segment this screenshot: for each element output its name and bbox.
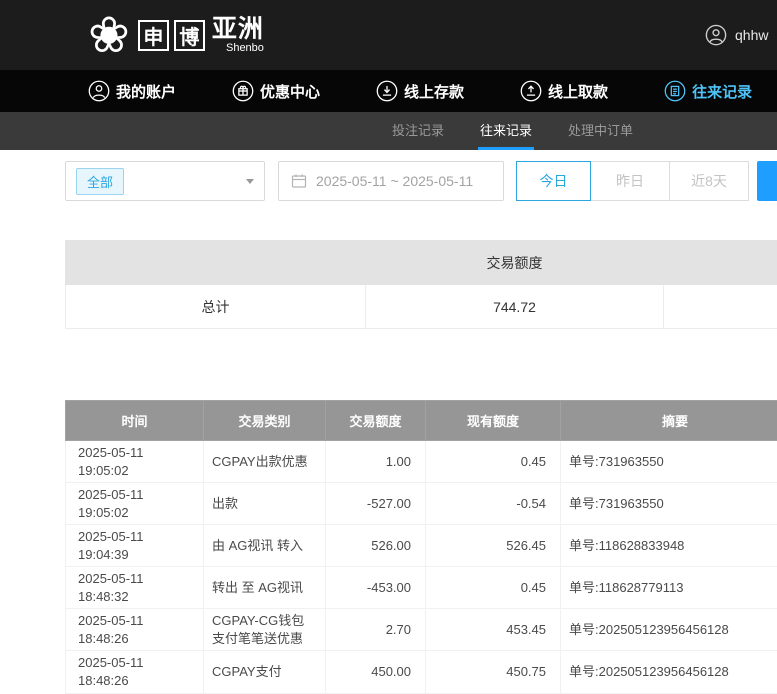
- summary-table: 交易额度 总计 744.72: [65, 240, 777, 329]
- username-text: qhhw: [735, 27, 768, 43]
- type-select[interactable]: 全部: [65, 161, 265, 201]
- tab-betting-records[interactable]: 投注记录: [390, 112, 446, 150]
- cell-balance: 526.45: [426, 525, 561, 567]
- cell-summary: 单号:118628833948: [561, 525, 777, 567]
- nav-label: 线上存款: [404, 81, 464, 102]
- cell-type: CGPAY出款优惠: [204, 441, 326, 483]
- user-icon: [88, 80, 110, 102]
- flower-logo-icon: ❀: [88, 10, 130, 60]
- cell-time: 2025-05-11 19:05:02: [66, 483, 204, 525]
- cell-amount: 1.00: [326, 441, 426, 483]
- brand-en-text: Shenbo: [226, 42, 264, 54]
- topbar: ❀ 申 博 亚洲 Shenbo qhhw: [0, 0, 777, 70]
- brand-char-1: 申: [138, 20, 169, 51]
- cell-amount: 2.70: [326, 609, 426, 651]
- cell-time: 2025-05-11 18:48:26: [66, 609, 204, 651]
- cell-summary: 单号:731963550: [561, 441, 777, 483]
- last-8-days-button[interactable]: 近8天: [669, 161, 749, 201]
- cell-balance: 450.75: [426, 651, 561, 693]
- nav-item-records[interactable]: 往来记录: [664, 80, 752, 102]
- cell-balance: 0.45: [426, 567, 561, 609]
- col-header-summary: 摘要: [561, 401, 777, 441]
- main-nav: 我的账户 优惠中心 线上存款 线上取款 往来记录: [0, 70, 777, 112]
- records-table: 时间 交易类别 交易额度 现有额度 摘要 2025-05-11 19:05:02…: [65, 400, 777, 694]
- table-row: 2025-05-11 18:48:26 CGPAY支付 450.00 450.7…: [66, 651, 777, 693]
- user-avatar-icon: [705, 24, 727, 46]
- nav-item-promotions[interactable]: 优惠中心: [232, 80, 320, 102]
- today-button[interactable]: 今日: [516, 161, 591, 201]
- yesterday-button[interactable]: 昨日: [590, 161, 670, 201]
- brand-char-2: 博: [174, 20, 205, 51]
- cell-balance: -0.54: [426, 483, 561, 525]
- tab-processing-orders[interactable]: 处理中订单: [566, 112, 635, 150]
- cell-amount: -527.00: [326, 483, 426, 525]
- summary-total-label: 总计: [66, 285, 366, 329]
- cell-amount: 526.00: [326, 525, 426, 567]
- gift-icon: [232, 80, 254, 102]
- cell-amount: -453.00: [326, 567, 426, 609]
- brand-logo: ❀ 申 博 亚洲 Shenbo: [88, 0, 264, 70]
- cell-balance: 0.45: [426, 441, 561, 483]
- brand-cn-text: 亚洲: [212, 16, 264, 44]
- nav-label: 往来记录: [692, 81, 752, 102]
- records-icon: [664, 80, 686, 102]
- nav-item-withdraw[interactable]: 线上取款: [520, 80, 608, 102]
- cell-summary: 单号:118628779113: [561, 567, 777, 609]
- tab-transaction-records[interactable]: 往来记录: [478, 112, 534, 150]
- type-select-value: 全部: [76, 168, 124, 195]
- cell-type: CGPAY-CG钱包支付笔笔送优惠: [204, 609, 326, 651]
- search-button[interactable]: [757, 161, 777, 201]
- col-header-time: 时间: [66, 401, 204, 441]
- table-row: 2025-05-11 18:48:32 转出 至 AG视讯 -453.00 0.…: [66, 567, 777, 609]
- table-row: 2025-05-11 18:48:26 CGPAY-CG钱包支付笔笔送优惠 2.…: [66, 609, 777, 651]
- summary-empty-cell: [664, 285, 777, 329]
- deposit-icon: [376, 80, 398, 102]
- summary-header-empty: [664, 241, 777, 285]
- cell-balance: 453.45: [426, 609, 561, 651]
- date-range-value: 2025-05-11 ~ 2025-05-11: [316, 173, 473, 189]
- table-row: 2025-05-11 19:05:02 CGPAY出款优惠 1.00 0.45 …: [66, 441, 777, 483]
- records-header-row: 时间 交易类别 交易额度 现有额度 摘要: [66, 401, 777, 441]
- cell-summary: 单号:202505123956456128: [561, 609, 777, 651]
- date-range-input[interactable]: 2025-05-11 ~ 2025-05-11: [278, 161, 504, 201]
- summary-header-row: 交易额度: [66, 241, 777, 285]
- cell-summary: 单号:202505123956456128: [561, 651, 777, 693]
- user-account[interactable]: qhhw: [705, 0, 768, 70]
- brand-subtitle: 亚洲 Shenbo: [212, 16, 264, 55]
- cell-type: 出款: [204, 483, 326, 525]
- nav-item-deposit[interactable]: 线上存款: [376, 80, 464, 102]
- table-row: 2025-05-11 19:05:02 出款 -527.00 -0.54 单号:…: [66, 483, 777, 525]
- cell-type: 转出 至 AG视讯: [204, 567, 326, 609]
- nav-label: 线上取款: [548, 81, 608, 102]
- nav-label: 优惠中心: [260, 81, 320, 102]
- summary-total-value: 744.72: [366, 285, 664, 329]
- col-header-amount: 交易额度: [326, 401, 426, 441]
- nav-label: 我的账户: [116, 81, 176, 102]
- summary-header-label: 交易额度: [366, 241, 664, 285]
- cell-type: 由 AG视讯 转入: [204, 525, 326, 567]
- nav-item-my-account[interactable]: 我的账户: [88, 80, 176, 102]
- chevron-down-icon: [246, 179, 254, 184]
- cell-summary: 单号:731963550: [561, 483, 777, 525]
- cell-time: 2025-05-11 18:48:32: [66, 567, 204, 609]
- cell-time: 2025-05-11 19:05:02: [66, 441, 204, 483]
- cell-type: CGPAY支付: [204, 651, 326, 693]
- summary-total-row: 总计 744.72: [66, 285, 777, 329]
- col-header-type: 交易类别: [204, 401, 326, 441]
- cell-time: 2025-05-11 18:48:26: [66, 651, 204, 693]
- cell-time: 2025-05-11 19:04:39: [66, 525, 204, 567]
- sub-nav: 投注记录 往来记录 处理中订单: [0, 112, 777, 150]
- col-header-balance: 现有额度: [426, 401, 561, 441]
- calendar-icon: [291, 173, 307, 189]
- cell-amount: 450.00: [326, 651, 426, 693]
- withdraw-icon: [520, 80, 542, 102]
- table-row: 2025-05-11 19:04:39 由 AG视讯 转入 526.00 526…: [66, 525, 777, 567]
- summary-header-empty: [66, 241, 366, 285]
